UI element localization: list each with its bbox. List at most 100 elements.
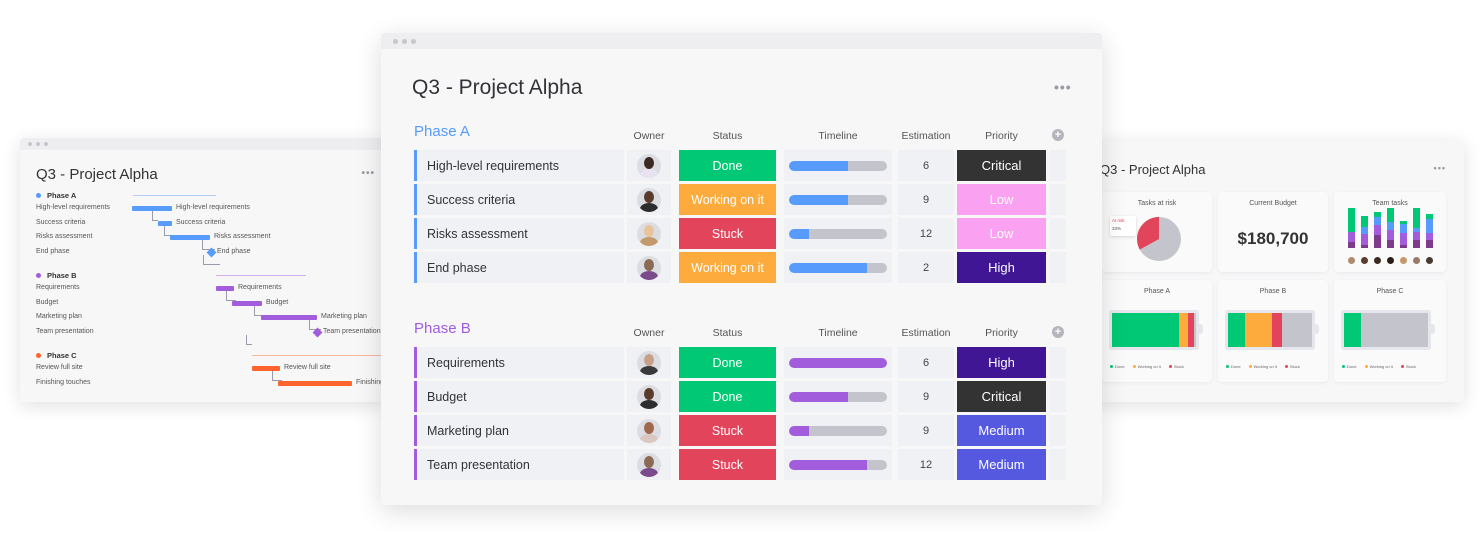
priority-label[interactable]: Critical xyxy=(957,381,1046,412)
owner-cell[interactable] xyxy=(627,449,671,480)
item-name[interactable]: Team presentation xyxy=(414,449,624,480)
estimation-value[interactable]: 9 xyxy=(898,184,954,215)
team-task-bar[interactable] xyxy=(1426,214,1433,248)
timeline-cell[interactable] xyxy=(784,218,892,249)
item-name[interactable]: Budget xyxy=(414,381,624,412)
column-header-priority[interactable]: Priority xyxy=(957,130,1046,142)
gantt-task-label[interactable]: Review full site xyxy=(36,364,83,371)
team-tasks-widget[interactable]: Team tasks xyxy=(1334,192,1446,272)
table-row[interactable]: Budget Done 9 Critical xyxy=(414,381,1066,412)
timeline-cell[interactable] xyxy=(784,415,892,446)
column-header-estimation[interactable]: Estimation xyxy=(898,327,954,339)
table-row[interactable]: Team presentation Stuck 12 Medium xyxy=(414,449,1066,480)
status-label[interactable]: Done xyxy=(679,347,776,378)
team-task-bar[interactable] xyxy=(1361,216,1368,248)
gantt-task-label[interactable]: Risks assessment xyxy=(36,233,92,240)
estimation-value[interactable]: 12 xyxy=(898,449,954,480)
estimation-value[interactable]: 2 xyxy=(898,252,954,283)
more-options-icon[interactable]: ••• xyxy=(361,168,375,179)
item-name[interactable]: End phase xyxy=(414,252,624,283)
table-row[interactable]: High-level requirements Done 6 Critical xyxy=(414,150,1066,181)
column-header-timeline[interactable]: Timeline xyxy=(784,130,892,142)
current-budget-widget[interactable]: Current Budget $180,700 xyxy=(1218,192,1328,272)
column-header-status[interactable]: Status xyxy=(679,130,776,142)
column-header-timeline[interactable]: Timeline xyxy=(784,327,892,339)
priority-label[interactable]: High xyxy=(957,347,1046,378)
item-name[interactable]: Requirements xyxy=(414,347,624,378)
item-name[interactable]: High-level requirements xyxy=(414,150,624,181)
more-options-icon[interactable]: ••• xyxy=(1434,163,1446,173)
status-label[interactable]: Stuck xyxy=(679,449,776,480)
gantt-task-label[interactable]: Budget xyxy=(36,299,58,306)
status-label[interactable]: Working on it xyxy=(679,184,776,215)
team-task-bar[interactable] xyxy=(1400,221,1407,248)
status-label[interactable]: Working on it xyxy=(679,252,776,283)
priority-label[interactable]: Medium xyxy=(957,415,1046,446)
team-task-bar[interactable] xyxy=(1387,208,1394,248)
priority-label[interactable]: Medium xyxy=(957,449,1046,480)
gantt-task-label[interactable]: High-level requirements xyxy=(36,204,110,211)
group-title[interactable]: Phase A xyxy=(414,123,470,140)
owner-cell[interactable] xyxy=(627,252,671,283)
item-name[interactable]: Success criteria xyxy=(414,184,624,215)
owner-cell[interactable] xyxy=(627,150,671,181)
team-task-bar[interactable] xyxy=(1348,208,1355,248)
gantt-task-label[interactable]: Requirements xyxy=(36,284,80,291)
priority-label[interactable]: Critical xyxy=(957,150,1046,181)
gantt-bar[interactable] xyxy=(278,380,352,386)
team-task-bar[interactable] xyxy=(1413,208,1420,248)
priority-label[interactable]: Low xyxy=(957,184,1046,215)
estimation-value[interactable]: 9 xyxy=(898,381,954,412)
timeline-cell[interactable] xyxy=(784,252,892,283)
table-row[interactable]: Risks assessment Stuck 12 Low xyxy=(414,218,1066,249)
priority-label[interactable]: High xyxy=(957,252,1046,283)
owner-cell[interactable] xyxy=(627,381,671,412)
item-name[interactable]: Marketing plan xyxy=(414,415,624,446)
table-row[interactable]: Requirements Done 6 High xyxy=(414,347,1066,378)
estimation-value[interactable]: 9 xyxy=(898,415,954,446)
gantt-task-label[interactable]: Success criteria xyxy=(36,219,85,226)
column-header-owner[interactable]: Owner xyxy=(627,130,671,142)
item-name[interactable]: Risks assessment xyxy=(414,218,624,249)
group-title[interactable]: Phase B xyxy=(414,320,471,337)
owner-cell[interactable] xyxy=(627,218,671,249)
estimation-value[interactable]: 6 xyxy=(898,347,954,378)
gantt-task-label[interactable]: Finishing touches xyxy=(36,379,90,386)
tasks-at-risk-widget[interactable]: Tasks at risk At risk 33% xyxy=(1102,192,1212,272)
estimation-value[interactable]: 12 xyxy=(898,218,954,249)
timeline-cell[interactable] xyxy=(784,150,892,181)
phase-a-widget[interactable]: Phase A Done Working on it Stuck xyxy=(1102,280,1212,382)
phase-b-widget[interactable]: Phase B Done Working on it Stuck xyxy=(1218,280,1328,382)
priority-label[interactable]: Low xyxy=(957,218,1046,249)
gantt-task-label[interactable]: Team presentation xyxy=(36,328,94,335)
table-row[interactable]: Marketing plan Stuck 9 Medium xyxy=(414,415,1066,446)
gantt-task-label[interactable]: Marketing plan xyxy=(36,313,82,320)
more-options-icon[interactable]: ••• xyxy=(1054,79,1072,95)
status-label[interactable]: Stuck xyxy=(679,218,776,249)
table-row[interactable]: End phase Working on it 2 High xyxy=(414,252,1066,283)
gantt-phase-phase-b[interactable]: Phase B xyxy=(36,271,77,280)
timeline-cell[interactable] xyxy=(784,381,892,412)
add-column-icon[interactable]: + xyxy=(1052,129,1064,141)
team-task-bar[interactable] xyxy=(1374,212,1381,248)
owner-cell[interactable] xyxy=(627,415,671,446)
column-header-owner[interactable]: Owner xyxy=(627,327,671,339)
add-column-icon[interactable]: + xyxy=(1052,326,1064,338)
column-header-estimation[interactable]: Estimation xyxy=(898,130,954,142)
phase-c-widget[interactable]: Phase C Done Working on it Stuck xyxy=(1334,280,1446,382)
status-label[interactable]: Done xyxy=(679,381,776,412)
status-label[interactable]: Done xyxy=(679,150,776,181)
gantt-task-label[interactable]: End phase xyxy=(36,248,69,255)
owner-cell[interactable] xyxy=(627,347,671,378)
table-row[interactable]: Success criteria Working on it 9 Low xyxy=(414,184,1066,215)
status-label[interactable]: Stuck xyxy=(679,415,776,446)
gantt-phase-phase-a[interactable]: Phase A xyxy=(36,191,76,200)
timeline-cell[interactable] xyxy=(784,449,892,480)
column-header-status[interactable]: Status xyxy=(679,327,776,339)
timeline-cell[interactable] xyxy=(784,347,892,378)
owner-cell[interactable] xyxy=(627,184,671,215)
timeline-cell[interactable] xyxy=(784,184,892,215)
estimation-value[interactable]: 6 xyxy=(898,150,954,181)
column-header-priority[interactable]: Priority xyxy=(957,327,1046,339)
gantt-phase-phase-c[interactable]: Phase C xyxy=(36,351,77,360)
